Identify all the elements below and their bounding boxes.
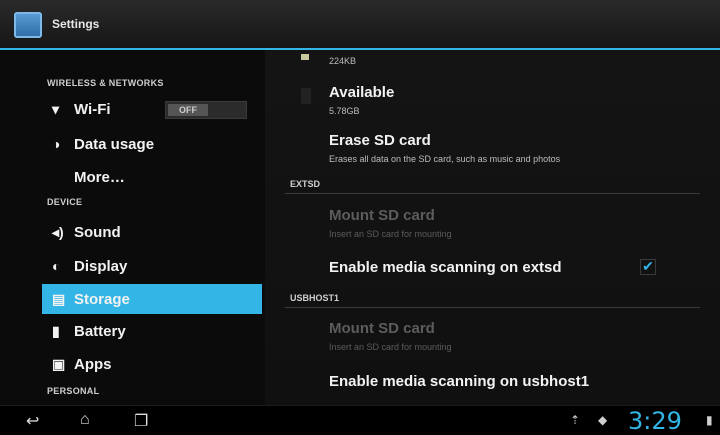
recent-apps-icon[interactable]: ❐: [134, 411, 148, 431]
settings-app-icon[interactable]: [14, 12, 42, 38]
sidebar-item-storage[interactable]: ▤ Storage: [42, 284, 262, 314]
wifi-toggle-state: OFF: [168, 104, 208, 116]
extsd-mount-subtitle: Insert an SD card for mounting: [329, 229, 452, 239]
data-usage-icon: ◑: [52, 136, 61, 152]
extsd-scan-checkbox[interactable]: ✔: [640, 259, 656, 275]
app-title: Settings: [52, 17, 100, 31]
usbhost-mount-title: Mount SD card: [329, 320, 435, 337]
sound-icon: ◂): [52, 223, 64, 240]
section-wireless: WIRELESS & NETWORKS: [47, 78, 164, 88]
sidebar-item-label: Sound: [74, 223, 121, 241]
battery-icon: ▮: [52, 322, 60, 339]
available-title: Available: [329, 84, 395, 101]
back-icon[interactable]: ↩: [26, 411, 39, 431]
sidebar-item-label: Data usage: [74, 135, 155, 153]
storage-bar-legend-icon: [301, 54, 309, 60]
clock[interactable]: 3:29: [628, 407, 682, 435]
storage-icon: ▤: [52, 290, 66, 307]
sidebar-item-label: Wi-Fi: [74, 100, 111, 118]
sidebar-item-label: More…: [74, 168, 125, 186]
divider: [285, 193, 700, 194]
sidebar-item-more[interactable]: More…: [42, 162, 262, 192]
usbhost-scan-title: Enable media scanning on usbhost1: [329, 373, 590, 390]
extsd-mount-title: Mount SD card: [329, 207, 435, 224]
sidebar-item-label: Apps: [74, 355, 112, 373]
usb-icon: ⇡: [570, 413, 581, 427]
extsd-scan-title: Enable media scanning on extsd: [329, 259, 562, 276]
sidebar-item-display[interactable]: ◐ Display: [42, 251, 262, 281]
category-usbhost1: USBHOST1: [290, 293, 340, 303]
sidebar-item-label: Battery: [74, 322, 126, 340]
available-value: 5.78GB: [329, 106, 360, 116]
wifi-toggle[interactable]: OFF: [165, 101, 247, 119]
action-bar: Settings: [0, 0, 720, 50]
section-device: DEVICE: [47, 197, 83, 207]
section-personal: PERSONAL: [47, 386, 100, 396]
wifi-status-icon: ◆: [598, 413, 608, 427]
sidebar-item-data-usage[interactable]: ◑ Data usage: [42, 129, 262, 159]
battery-status-icon: ▮: [706, 413, 713, 427]
erase-title: Erase SD card: [329, 132, 431, 149]
sidebar-item-label: Display: [74, 257, 128, 275]
usbhost-mount-subtitle: Insert an SD card for mounting: [329, 342, 452, 352]
available-legend-icon: [301, 88, 311, 104]
storage-used-value: 224KB: [329, 56, 357, 66]
sidebar-item-label: Storage: [74, 290, 130, 308]
storage-content: 224KB Available 5.78GB Erase SD card Era…: [265, 50, 720, 405]
system-bar: ↩ ⌂ ❐ ⇡ ◆ 3:29 ▮: [0, 405, 720, 435]
home-icon[interactable]: ⌂: [80, 411, 90, 429]
divider: [285, 307, 700, 308]
display-icon: ◐: [52, 258, 61, 274]
category-extsd: EXTSD: [290, 179, 321, 189]
settings-sidebar: WIRELESS & NETWORKS ▾ Wi-Fi OFF ◑ Data u…: [0, 50, 265, 405]
sidebar-item-apps[interactable]: ▣ Apps: [42, 349, 262, 379]
apps-icon: ▣: [52, 355, 66, 372]
sidebar-item-sound[interactable]: ◂) Sound: [42, 217, 262, 247]
erase-subtitle: Erases all data on the SD card, such as …: [329, 154, 561, 164]
wifi-icon: ▾: [52, 100, 60, 117]
sidebar-item-battery[interactable]: ▮ Battery: [42, 316, 262, 346]
